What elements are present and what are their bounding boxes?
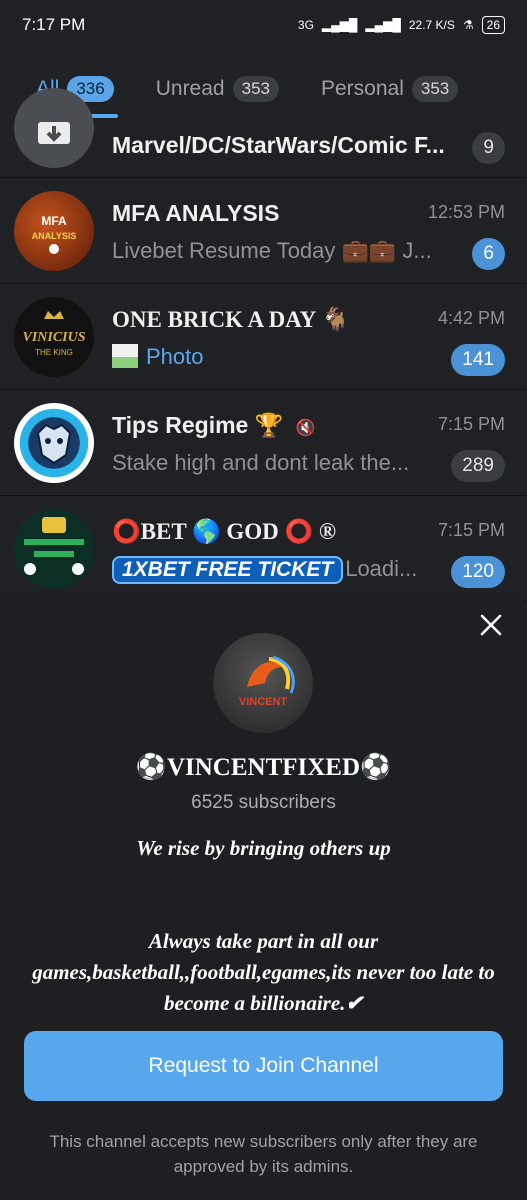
tab-count: 353 [411, 76, 459, 102]
photo-label: Photo [146, 344, 204, 369]
chat-title: ⭕BET 🌎 GOD ⭕ ® [112, 519, 337, 544]
tab-unread[interactable]: Unread 353 [156, 60, 279, 118]
channel-name: ⚽VINCENTFIXED⚽ [135, 754, 392, 781]
chat-preview: Stake high and dont leak the... [112, 450, 410, 475]
tab-count: 353 [232, 76, 279, 102]
svg-text:ANALYSIS: ANALYSIS [32, 231, 77, 241]
network-label: 3G [297, 18, 314, 32]
unread-badge: 141 [451, 344, 505, 376]
bet-god-logo-icon [24, 517, 84, 575]
subscriber-count: 6525 subscribers [191, 792, 336, 813]
chat-list: Marvel/DC/StarWars/Comic F... 9 MFA ANAL… [0, 88, 527, 602]
avatar [14, 509, 94, 589]
mfa-logo-icon: MFA ANALYSIS [32, 214, 77, 254]
chat-title: Tips Regime 🏆 🔇 [112, 412, 316, 439]
chat-preview: 1XBET FREE TICKET Loadi... [112, 556, 442, 584]
status-bar: 7:17 PM 3G ▂▄▆█ ▂▄▆█ 22.7 K/S ⚗ 26 [0, 0, 527, 50]
preview-text: Loadi... [345, 556, 418, 581]
svg-text:THE KING: THE KING [35, 348, 73, 357]
approval-note: This channel accepts new subscribers onl… [49, 1132, 478, 1176]
signal-icon-2: ▂▄▆█ [365, 18, 401, 32]
chat-title: Marvel/DC/StarWars/Comic F... [112, 132, 445, 158]
speed-label: 22.7 K/S [408, 18, 455, 32]
avatar: MFA ANALYSIS [14, 191, 94, 271]
avatar [14, 403, 94, 483]
avatar: VINICIUS THE KING [14, 297, 94, 377]
unread-badge: 289 [451, 450, 505, 482]
battery-icon: 26 [481, 16, 505, 34]
tab-label: Personal [320, 77, 404, 100]
chat-time: 7:15 PM [437, 414, 505, 434]
chat-time: 7:15 PM [437, 520, 505, 540]
vinicius-logo-icon: VINICIUS THE KING [22, 311, 86, 357]
close-icon[interactable] [479, 613, 503, 637]
tab-personal[interactable]: Personal 353 [320, 60, 459, 118]
tab-label: Unread [155, 77, 225, 100]
chat-row-tips-regime[interactable]: Tips Regime 🏆 🔇 7:15 PM Stake high and d… [0, 390, 527, 496]
xbet-banner: 1XBET FREE TICKET [112, 556, 344, 584]
unread-badge: 120 [451, 556, 505, 588]
avatar [14, 88, 94, 168]
status-icons: 3G ▂▄▆█ ▂▄▆█ 22.7 K/S ⚗ 26 [298, 16, 505, 34]
chat-row-one-brick[interactable]: VINICIUS THE KING ONE BRICK A DAY 🐐 4:42… [0, 284, 527, 390]
vincent-logo-text: VINCENT [239, 696, 288, 708]
channel-description: We rise by bringing others up Always tak… [32, 836, 495, 1015]
chat-title-text: Tips Regime 🏆 [112, 412, 284, 438]
status-time: 7:17 PM [22, 15, 86, 34]
chat-row-mfa[interactable]: MFA ANALYSIS MFA ANALYSIS 12:53 PM Liveb… [0, 178, 527, 284]
chat-title: ONE BRICK A DAY 🐐 [112, 307, 350, 332]
vincent-logo-icon: VINCENT [239, 655, 295, 708]
chat-preview: Photo [112, 344, 442, 370]
chat-time: 12:53 PM [427, 202, 505, 222]
signal-icon: ▂▄▆█ [321, 18, 358, 32]
archive-icon [38, 122, 70, 144]
channel-join-sheet: VINCENT ⚽VINCENTFIXED⚽ 6525 subscribers … [0, 593, 527, 1200]
request-join-button[interactable]: Request to Join Channel [24, 1031, 503, 1101]
chat-preview: Livebet Resume Today 💼💼 J... [112, 238, 432, 263]
chat-time: 4:42 PM [437, 308, 505, 328]
channel-avatar: VINCENT [213, 633, 313, 733]
tiger-logo-icon [36, 423, 72, 465]
flask-icon: ⚗ [462, 18, 474, 32]
unread-badge: 6 [472, 238, 505, 270]
muted-icon: 🔇 [295, 420, 316, 437]
svg-text:MFA: MFA [41, 214, 67, 228]
svg-text:VINICIUS: VINICIUS [22, 330, 85, 345]
battery-level: 26 [486, 18, 500, 32]
chat-row-bet-god[interactable]: ⭕BET 🌎 GOD ⭕ ® 7:15 PM 1XBET FREE TICKET… [0, 496, 527, 602]
unread-badge: 9 [472, 132, 505, 164]
photo-thumbnail-icon [112, 344, 138, 368]
chat-title: MFA ANALYSIS [112, 200, 280, 226]
chat-row-marvel[interactable]: Marvel/DC/StarWars/Comic F... 9 [0, 88, 527, 178]
